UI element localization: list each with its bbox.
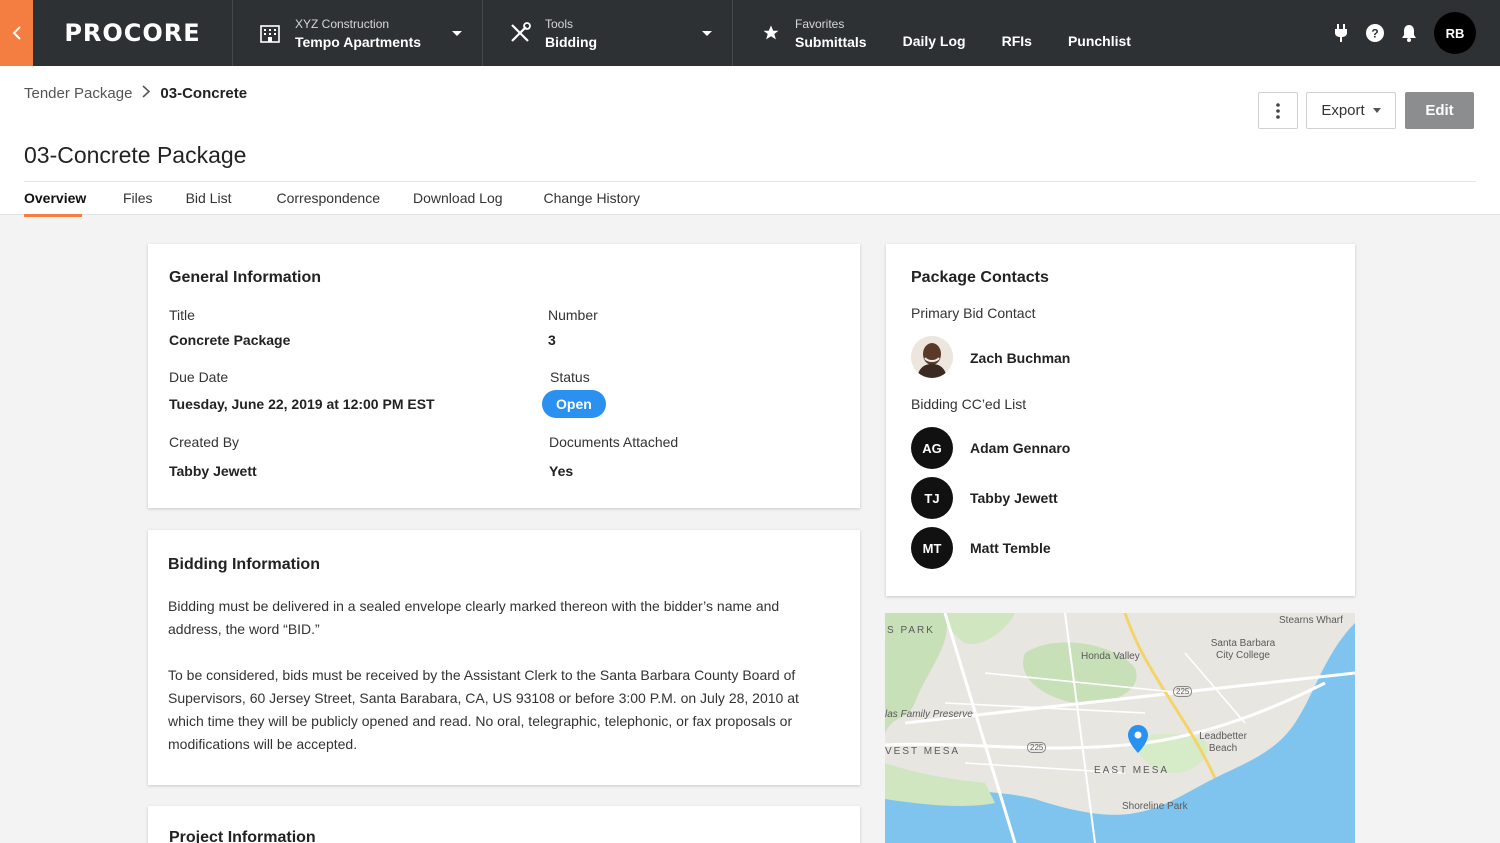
cc-contact-name[interactable]: Tabby Jewett (970, 490, 1058, 506)
title-label: Title (169, 307, 195, 323)
project-selector[interactable]: XYZ Construction Tempo Apartments (233, 0, 483, 66)
tools-selector[interactable]: Tools Bidding (483, 0, 733, 66)
project-name: Tempo Apartments (295, 33, 422, 50)
page-title: 03-Concrete Package (24, 142, 247, 168)
breadcrumb-current: 03-Concrete (160, 85, 248, 102)
tools-current: Bidding (545, 33, 598, 50)
chevron-left-icon (12, 26, 21, 40)
general-information-card: General Information Title Concrete Packa… (148, 244, 860, 508)
primary-contact-name[interactable]: Zach Buchman (970, 350, 1070, 366)
map-label: Leadbetter Beach (1199, 731, 1247, 754)
project-company: XYZ Construction (295, 16, 390, 31)
favorite-daily-log[interactable]: Daily Log (903, 33, 966, 49)
primary-bid-contact-label: Primary Bid Contact (911, 305, 1036, 321)
map-label: Honda Valley (1081, 651, 1140, 662)
avatar: MT (911, 527, 953, 569)
project-information-card: Project Information (148, 806, 860, 843)
more-options-button[interactable] (1258, 92, 1298, 129)
favorite-submittals[interactable]: Favorites Submittals (795, 17, 867, 50)
help-icon[interactable]: ? (1364, 22, 1386, 44)
package-contacts-heading: Package Contacts (911, 269, 1049, 286)
tab-change-history[interactable]: Change History (544, 190, 641, 217)
bidding-paragraph-2: To be considered, bids must be received … (168, 667, 799, 752)
export-label: Export (1321, 102, 1365, 119)
favorites-label: Favorites (795, 16, 845, 31)
plug-icon[interactable] (1330, 22, 1352, 44)
map-label: VEST MESA (885, 746, 961, 757)
favorites-bar: Favorites Submittals Daily Log RFIs Punc… (733, 0, 1167, 66)
export-button[interactable]: Export (1306, 92, 1396, 129)
avatar: TJ (911, 477, 953, 519)
map-label: Stearns Wharf (1279, 615, 1343, 626)
user-avatar[interactable]: RB (1434, 12, 1476, 54)
header-divider (24, 181, 1476, 182)
page-header: Tender Package 03-Concrete 03-Concrete P… (0, 66, 1500, 217)
contact-photo (911, 336, 953, 378)
map-label: las Family Preserve (885, 709, 973, 720)
chevron-right-icon (142, 85, 151, 102)
due-date-label: Due Date (169, 369, 229, 385)
bell-icon[interactable] (1398, 22, 1420, 44)
top-navigation: PROCORE XYZ Construction Tempo Apartment… (0, 0, 1500, 66)
map-label: S PARK (887, 625, 935, 636)
chevron-down-icon (702, 31, 712, 36)
caret-down-icon (1372, 108, 1381, 113)
svg-text:?: ? (1371, 27, 1378, 41)
status-badge: Open (542, 390, 606, 418)
created-by-value: Tabby Jewett (169, 463, 257, 479)
favorite-item-label: Submittals (795, 33, 867, 50)
map-label: EAST MESA (1094, 765, 1170, 776)
edit-button[interactable]: Edit (1405, 92, 1474, 129)
bidding-information-heading: Bidding Information (168, 556, 320, 573)
avatar: AG (911, 427, 953, 469)
favorite-rfis[interactable]: RFIs (1002, 33, 1032, 49)
kebab-menu-icon (1276, 102, 1280, 119)
documents-attached-value: Yes (549, 463, 574, 479)
back-button[interactable] (0, 0, 33, 66)
breadcrumb-parent[interactable]: Tender Package (24, 85, 132, 102)
general-information-heading: General Information (169, 269, 322, 286)
tab-bid-list[interactable]: Bid List (186, 190, 232, 217)
cc-contact-name[interactable]: Adam Gennaro (970, 440, 1070, 456)
map-label: Shoreline Park (1122, 801, 1188, 812)
nav-right-actions: ? RB (1318, 0, 1476, 66)
created-by-label: Created By (169, 434, 240, 450)
star-icon (761, 24, 781, 42)
bidding-paragraph-1: Bidding must be delivered in a sealed en… (168, 598, 780, 637)
favorite-punchlist[interactable]: Punchlist (1068, 33, 1131, 49)
breadcrumb: Tender Package 03-Concrete (24, 85, 247, 102)
bidding-information-card: Bidding Information Bidding must be deli… (148, 530, 860, 785)
title-value: Concrete Package (169, 332, 291, 348)
location-map[interactable]: S PARK Honda Valley Stearns Wharf Santa … (885, 613, 1355, 843)
project-information-heading: Project Information (169, 829, 316, 843)
due-date-value: Tuesday, June 22, 2019 at 12:00 PM EST (169, 396, 435, 412)
number-value: 3 (548, 332, 556, 348)
bidding-cc-label: Bidding CC’ed List (911, 396, 1027, 412)
building-icon (259, 22, 281, 44)
highway-shield: 225 (1173, 686, 1193, 697)
procore-logo: PROCORE (64, 19, 201, 47)
cc-contact-name[interactable]: Matt Temble (970, 540, 1051, 556)
documents-attached-label: Documents Attached (549, 434, 679, 450)
tab-overview[interactable]: Overview (24, 190, 86, 217)
highway-shield: 225 (1027, 742, 1047, 753)
tab-files[interactable]: Files (123, 190, 153, 217)
tools-label: Tools (545, 16, 574, 31)
tab-bar: Overview Files Bid List Correspondence D… (24, 190, 640, 217)
chevron-down-icon (452, 31, 462, 36)
package-contacts-card: Package Contacts Primary Bid Contact Zac… (886, 244, 1355, 596)
logo-container[interactable]: PROCORE (33, 0, 233, 66)
map-label: Santa Barbara City College (1210, 638, 1276, 661)
map-graphic (885, 613, 1355, 843)
tab-correspondence[interactable]: Correspondence (276, 190, 380, 217)
tools-icon (509, 22, 531, 44)
tab-download-log[interactable]: Download Log (413, 190, 503, 217)
status-label: Status (550, 369, 590, 385)
number-label: Number (548, 307, 598, 323)
